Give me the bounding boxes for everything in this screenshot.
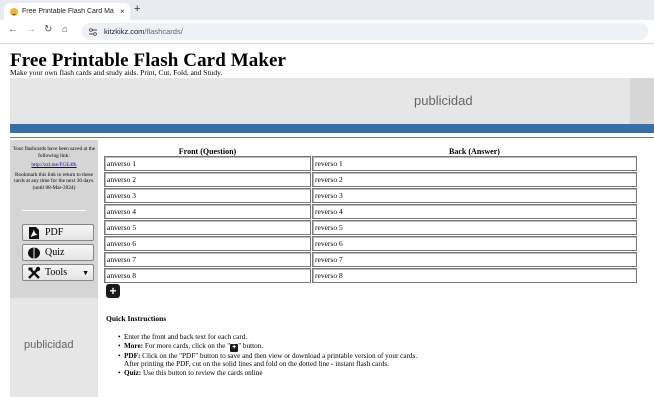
tools-icon	[28, 266, 41, 279]
side-ad-banner[interactable]: publicidad	[10, 298, 98, 397]
pdf-button[interactable]: PDF	[22, 224, 94, 241]
address-bar-row: ← → ↻ ⌂ kitzkikz.com/flashcards/	[0, 20, 654, 44]
back-field[interactable]: reverso 2	[312, 172, 637, 187]
tab-title: Free Printable Flash Card Mak	[22, 8, 114, 15]
front-field[interactable]: anverso 8	[104, 268, 311, 283]
back-field[interactable]: reverso 5	[312, 220, 637, 235]
saved-link-info: Your flashcards have been saved at the f…	[10, 146, 98, 195]
tab-close-button[interactable]: ×	[120, 7, 125, 16]
instruction-keyword: PDF:	[124, 351, 141, 360]
sidebar: Your flashcards have been saved at the f…	[10, 140, 98, 397]
instruction-keyword: Quiz:	[124, 368, 142, 377]
back-field[interactable]: reverso 4	[312, 204, 637, 219]
quiz-button-label: Quiz	[45, 247, 65, 258]
instruction-keyword: More:	[124, 341, 144, 350]
forward-arrow-icon[interactable]: →	[26, 24, 36, 35]
bookmark-text: Bookmark this link to return to these ca…	[13, 171, 95, 185]
back-arrow-icon[interactable]: ←	[8, 24, 18, 35]
home-icon[interactable]: ⌂	[62, 24, 68, 35]
front-field[interactable]: anverso 2	[104, 172, 311, 187]
tools-dropdown-label: Tools	[45, 267, 68, 278]
header-divider-bar	[10, 124, 654, 133]
back-field[interactable]: reverso 7	[312, 252, 637, 267]
chevron-down-icon: ▼	[82, 268, 89, 277]
until-text: (until 08-Mar-2024)	[32, 184, 76, 191]
top-ad-inner: publicidad	[10, 78, 630, 124]
brain-icon	[28, 247, 40, 258]
instruction-text: Use this button to review the cards onli…	[141, 368, 263, 377]
front-column-header: Front (Question)	[178, 147, 237, 156]
sidebar-divider	[22, 210, 86, 211]
tools-dropdown[interactable]: Tools ▼	[22, 264, 94, 281]
saved-link[interactable]: http://zzl.me/FGE4fh	[31, 162, 76, 168]
back-column-header: Back (Answer)	[449, 147, 500, 156]
instruction-item: • More: For more cards, click on the " + "…	[118, 341, 264, 352]
front-field[interactable]: anverso 1	[104, 156, 311, 171]
instructions-list: • Enter the front and back text for each…	[118, 333, 648, 377]
front-field[interactable]: anverso 4	[104, 204, 311, 219]
side-ad-label: publicidad	[24, 339, 74, 351]
header-divider-line	[10, 137, 654, 138]
plus-icon: +	[230, 343, 239, 352]
instruction-continuation: After printing the PDF, cut on the solid…	[124, 360, 389, 369]
top-ad-label: publicidad	[414, 93, 473, 108]
instruction-item: • Enter the front and back text for each…	[118, 333, 248, 341]
smiley-favicon-icon	[10, 7, 18, 16]
url-field[interactable]: kitzkikz.com/flashcards/	[82, 23, 648, 40]
front-field[interactable]: anverso 6	[104, 236, 311, 251]
instruction-text: For more cards, click on the "	[143, 341, 231, 350]
back-field[interactable]: reverso 6	[312, 236, 637, 251]
instructions-title: Quick Instructions	[106, 314, 167, 323]
new-tab-button[interactable]: +	[134, 3, 140, 15]
front-field[interactable]: anverso 7	[104, 252, 311, 267]
front-field[interactable]: anverso 5	[104, 220, 311, 235]
instruction-text: " button.	[238, 341, 264, 350]
browser-tab[interactable]: Free Printable Flash Card Mak ×	[4, 3, 130, 20]
instruction-text: Enter the front and back text for each c…	[124, 333, 248, 341]
url-path: /flashcards/	[144, 27, 183, 36]
instruction-item: • PDF: Click on the "PDF" button to save…	[118, 351, 418, 360]
quiz-button[interactable]: Quiz	[22, 244, 94, 261]
page-subtitle: Make your own flash cards and study aids…	[10, 68, 223, 77]
site-settings-icon[interactable]	[88, 27, 98, 37]
top-ad-banner[interactable]: publicidad	[10, 78, 654, 124]
back-field[interactable]: reverso 3	[312, 188, 637, 203]
add-card-button[interactable]: +	[106, 284, 120, 298]
reload-icon[interactable]: ↻	[44, 24, 52, 35]
instruction-item: • Quiz: Use this button to review the ca…	[118, 368, 263, 377]
browser-tabbar: Free Printable Flash Card Mak × +	[0, 0, 654, 20]
back-field[interactable]: reverso 1	[312, 156, 637, 171]
back-field[interactable]: reverso 8	[312, 268, 637, 283]
front-field[interactable]: anverso 3	[104, 188, 311, 203]
url-host: kitzkikz.com	[104, 27, 145, 36]
pdf-button-label: PDF	[45, 227, 64, 238]
saved-text: Your flashcards have been saved at the f…	[12, 146, 96, 159]
pdf-icon	[29, 226, 39, 239]
instruction-text: Click on the "PDF" button to save and th…	[140, 351, 418, 360]
